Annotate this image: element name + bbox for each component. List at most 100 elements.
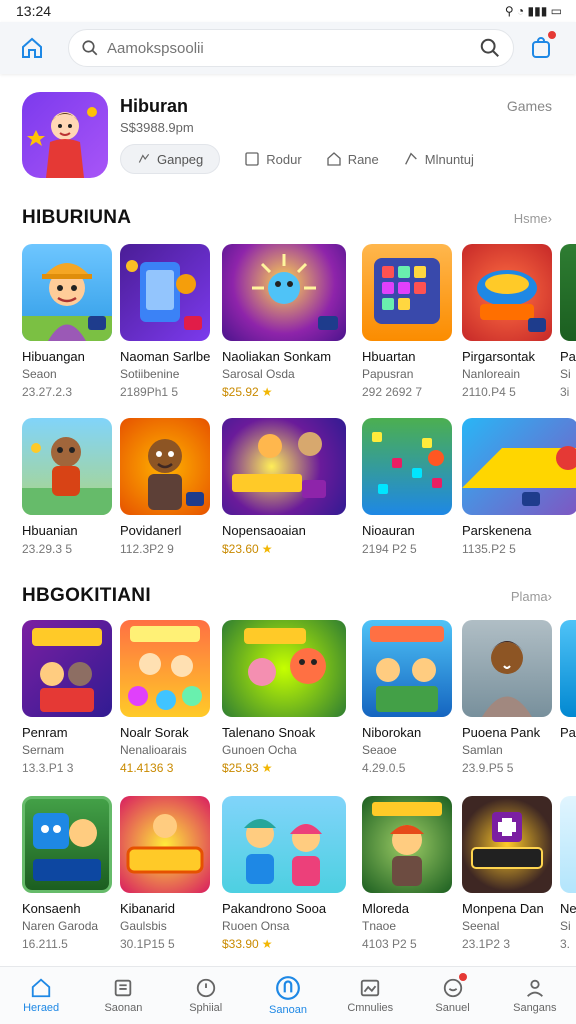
nav-item-6[interactable]: Sanuel	[411, 967, 493, 1024]
section-more-link[interactable]: Plama›	[511, 589, 552, 604]
app-thumbnail	[560, 244, 576, 341]
app-card[interactable]: Nopensaoaian $23.60 ★	[222, 418, 346, 556]
app-thumbnail	[120, 796, 210, 893]
home-icon	[22, 37, 42, 58]
app-thumbnail	[222, 244, 346, 341]
image-icon	[361, 979, 380, 997]
app-card[interactable]: Talenano Snoak Gunoen Ocha $25.93 ★	[222, 620, 346, 775]
top-bar	[0, 22, 576, 74]
app-row: Hbuanian 23.29.3 5 Povidanerl 112.3P2 9 …	[22, 418, 576, 578]
status-icons: ⚲ ◔ ▮▮▮ ▭	[504, 4, 562, 18]
section-title: HBGOKITIANI	[22, 585, 151, 606]
app-thumbnail	[22, 418, 112, 515]
search-input[interactable]	[107, 39, 479, 57]
notification-dot	[458, 973, 467, 981]
app-card[interactable]: Hibuangan Seaon 23.27.2.3	[22, 244, 112, 399]
app-thumbnail	[22, 244, 112, 341]
nav-item-7[interactable]: Sangans	[494, 967, 576, 1024]
search-submit-icon[interactable]	[479, 37, 501, 59]
app-card[interactable]: Mloreda Tnaoe 4103 P2 5	[362, 796, 452, 951]
nav-item-5[interactable]: Cmnulies	[329, 967, 411, 1024]
featured-app-icon	[22, 92, 108, 178]
app-thumbnail	[462, 620, 552, 717]
app-card[interactable]: Pa	[560, 620, 576, 740]
home-icon	[31, 978, 51, 998]
app-thumbnail	[462, 796, 552, 893]
app-thumbnail	[222, 796, 346, 893]
featured-title: Hiburan	[120, 96, 189, 116]
section-header: HBGOKITIANI Plama›	[22, 584, 552, 608]
app-thumbnail	[462, 244, 552, 341]
app-card[interactable]: Hbuanian 23.29.3 5	[22, 418, 112, 556]
app-thumbnail	[120, 418, 210, 515]
app-card[interactable]: Nioauran 2194 P2 5	[362, 418, 452, 556]
app-row: Hibuangan Seaon 23.27.2.3 Naoman Sarlbe …	[22, 244, 576, 404]
status-bar: 13:24 ⚲ ◔ ▮▮▮ ▭	[0, 0, 576, 22]
nav-item-home[interactable]: Heraed	[0, 967, 82, 1024]
app-card[interactable]: Hbuartan Papusran 292 2692 7	[362, 244, 452, 399]
app-row: Konsaenh Naren Garoda 16.211.5 Kibanarid…	[22, 796, 576, 956]
app-card[interactable]: Kibanarid Gaulsbis 30.1P15 5	[120, 796, 210, 951]
app-card[interactable]: Naoman Sarlbe Sotiibenine 2189Ph1 5	[120, 244, 210, 399]
app-card[interactable]: Povidanerl 112.3P2 9	[120, 418, 210, 556]
app-card[interactable]: Ne Si 3.	[560, 796, 576, 951]
home-button[interactable]	[12, 28, 52, 68]
featured-subtitle: S$3988.9pm	[120, 120, 194, 135]
app-card[interactable]: Parskenena 1135.P2 5	[462, 418, 576, 556]
app-card[interactable]: Noalr Sorak Nenalioarais 41.4136 3	[120, 620, 210, 775]
app-thumbnail	[560, 620, 576, 717]
featured-action-1[interactable]: Rodur	[244, 151, 302, 167]
star-icon: ★	[261, 761, 273, 775]
section-header: HIBURIUNA Hsme›	[22, 206, 552, 230]
app-card[interactable]: Niborokan Seaoe 4.29.0.5	[362, 620, 452, 775]
app-thumbnail	[222, 620, 346, 717]
bottom-navigation: Heraed Saonan Sphiial Sanoan Cmnulies Sa…	[0, 966, 576, 1024]
app-card[interactable]: Puoena Pank Samlan 23.9.P5 5	[462, 620, 552, 775]
app-card[interactable]: Pakandrono Sooa Ruoen Onsa $33.90 ★	[222, 796, 346, 951]
star-icon: ★	[261, 385, 273, 399]
app-card[interactable]: Pa Si 3i	[560, 244, 576, 399]
search-bar[interactable]	[68, 29, 514, 67]
app-card[interactable]: Monpena Dan Seenal 23.1P2 3	[462, 796, 552, 951]
notification-dot	[546, 29, 558, 41]
list-icon	[115, 979, 132, 997]
app-thumbnail	[362, 418, 452, 515]
app-row: Penram Sernam 13.3.P1 3 Noalr Sorak Nena…	[22, 620, 576, 780]
nav-item-2[interactable]: Saonan	[82, 967, 164, 1024]
share-icon	[404, 152, 417, 165]
search-icon	[82, 40, 98, 56]
app-thumbnail	[362, 796, 452, 893]
featured-primary-button[interactable]: Ganpeg	[120, 144, 221, 174]
nav-item-4[interactable]: Sanoan	[247, 967, 329, 1024]
cart-button[interactable]	[526, 29, 558, 63]
app-thumbnail	[362, 244, 452, 341]
featured-category[interactable]: Games	[507, 98, 552, 114]
clock-icon	[196, 978, 215, 998]
house-icon	[327, 152, 341, 166]
featured-action-3[interactable]: Mlnuntuj	[403, 151, 474, 167]
star-icon: ★	[261, 542, 273, 556]
star-icon: ★	[261, 937, 273, 951]
nav-item-3[interactable]: Sphiial	[165, 967, 247, 1024]
profile-icon	[526, 979, 543, 997]
square-icon	[245, 152, 259, 166]
app-card[interactable]: Pirgarsontak Nanloreain 2110.P4 5	[462, 244, 552, 399]
featured-action-2[interactable]: Rane	[326, 151, 379, 167]
featured-app[interactable]: Hiburan S$3988.9pm Games Ganpeg Rodur Ra…	[22, 90, 554, 180]
featured-actions: Ganpeg Rodur Rane Mlnuntuj	[120, 144, 474, 174]
app-card[interactable]: Konsaenh Naren Garoda 16.211.5	[22, 796, 112, 951]
app-thumbnail	[120, 244, 210, 341]
games-icon	[276, 976, 300, 1000]
section-title: HIBURIUNA	[22, 207, 132, 228]
app-thumbnail	[120, 620, 210, 717]
status-time: 13:24	[16, 3, 52, 19]
app-thumbnail	[462, 418, 576, 515]
app-thumbnail	[22, 620, 112, 717]
app-thumbnail	[560, 796, 576, 893]
app-thumbnail	[362, 620, 452, 717]
gamepad-icon	[138, 153, 150, 163]
app-thumbnail	[222, 418, 346, 515]
section-more-link[interactable]: Hsme›	[514, 211, 552, 226]
app-card[interactable]: Naoliakan Sonkam Sarosal Osda $25.92 ★	[222, 244, 346, 399]
app-card[interactable]: Penram Sernam 13.3.P1 3	[22, 620, 112, 775]
